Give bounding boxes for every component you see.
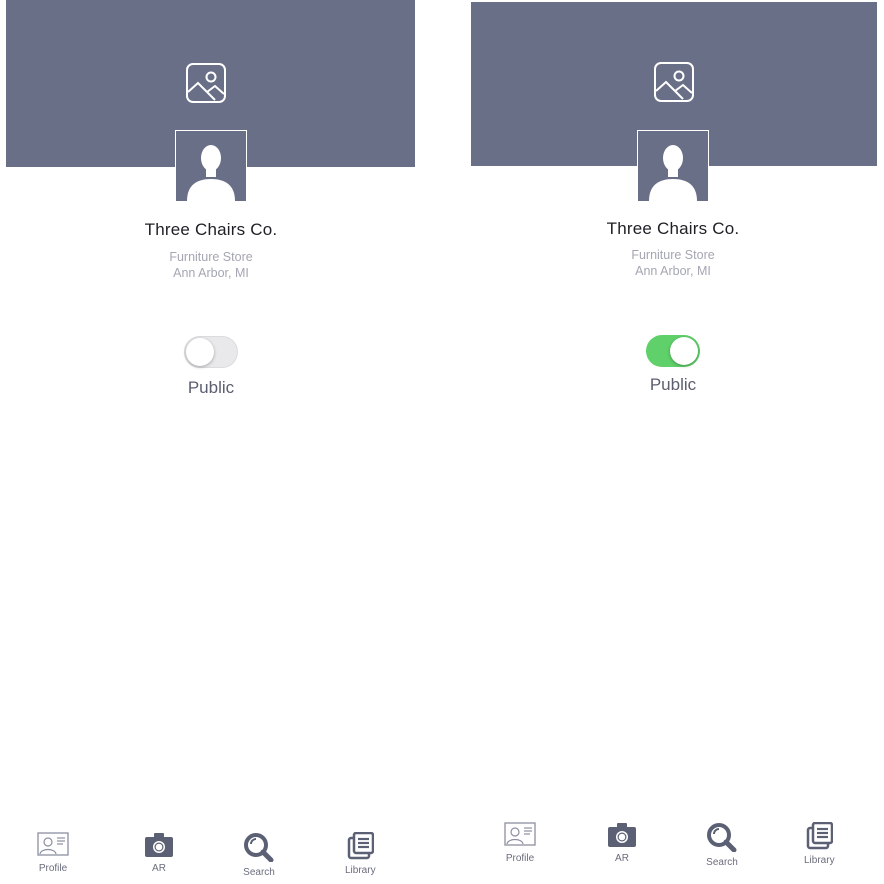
library-icon [348, 832, 375, 860]
tab-label: Profile [505, 853, 535, 864]
profile-screen-public-off: Three Chairs Co. Furniture Store Ann Arb… [0, 0, 442, 884]
tab-search[interactable]: Search [706, 822, 738, 868]
tab-label: Search [243, 867, 275, 878]
avatar[interactable] [175, 130, 247, 202]
business-details: Furniture Store Ann Arbor, MI [452, 247, 884, 279]
tab-profile[interactable]: Profile [37, 832, 69, 874]
tab-label: AR [152, 863, 166, 874]
camera-icon [608, 823, 636, 847]
person-silhouette-icon [187, 145, 235, 201]
business-location: Ann Arbor, MI [635, 264, 711, 278]
tab-label: Library [804, 855, 835, 866]
tab-label: AR [615, 853, 629, 864]
library-icon [807, 822, 834, 850]
tab-ar[interactable]: AR [144, 832, 174, 874]
tab-label: Library [345, 865, 376, 876]
image-placeholder-icon[interactable] [653, 61, 695, 103]
image-placeholder-icon[interactable] [185, 62, 227, 104]
camera-icon [145, 833, 173, 857]
search-icon [707, 823, 737, 852]
public-toggle[interactable] [184, 336, 238, 368]
tab-library[interactable]: Library [804, 822, 835, 866]
tab-profile[interactable]: Profile [504, 822, 536, 864]
tab-library[interactable]: Library [345, 832, 376, 876]
business-name: Three Chairs Co. [144, 220, 278, 239]
profile-screen-public-on: Three Chairs Co. Furniture Store Ann Arb… [442, 0, 884, 884]
toggle-knob [186, 338, 214, 366]
public-toggle[interactable] [646, 335, 700, 367]
business-category: Furniture Store [631, 248, 715, 262]
profile-card-icon [504, 822, 536, 846]
search-icon [244, 833, 274, 862]
business-location: Ann Arbor, MI [173, 266, 249, 280]
profile-card-icon [37, 832, 69, 856]
person-silhouette-icon [649, 145, 697, 201]
tab-label: Profile [38, 863, 68, 874]
tab-label: Search [706, 857, 738, 868]
public-toggle-label: Public [649, 375, 697, 394]
business-category: Furniture Store [169, 250, 253, 264]
tab-ar[interactable]: AR [607, 822, 637, 864]
business-details: Furniture Store Ann Arbor, MI [0, 249, 432, 281]
avatar[interactable] [637, 130, 709, 202]
tab-search[interactable]: Search [243, 832, 275, 878]
toggle-knob [670, 337, 698, 365]
business-name: Three Chairs Co. [606, 219, 740, 238]
public-toggle-label: Public [187, 378, 235, 397]
